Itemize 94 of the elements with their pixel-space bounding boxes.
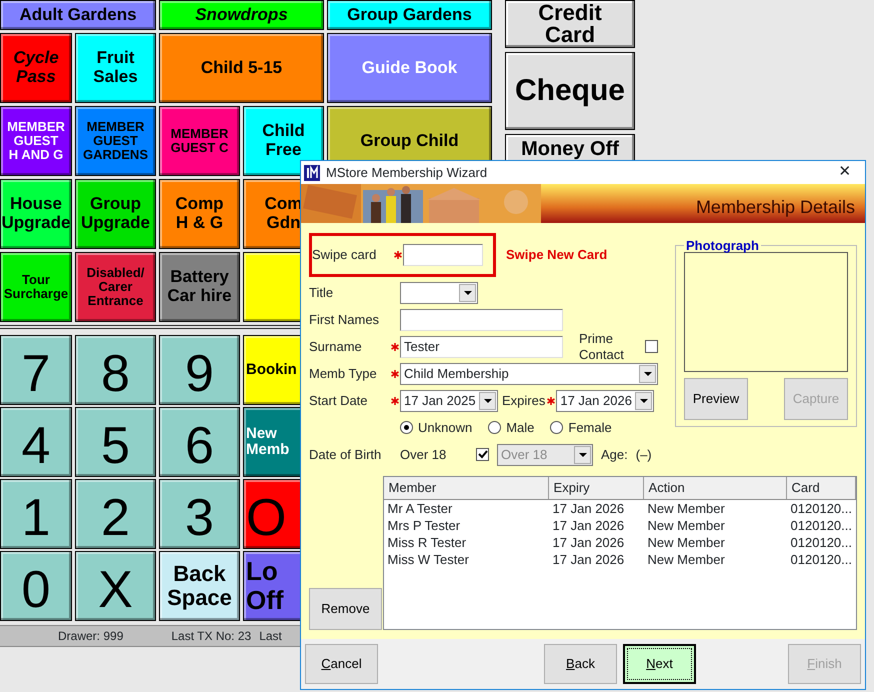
tile-button[interactable]: MEMBER GUEST H AND G <box>0 106 72 176</box>
tile-button[interactable]: Comp H & G <box>159 179 240 249</box>
input-field[interactable]: Tester <box>400 336 563 358</box>
column-header[interactable]: Member <box>384 477 549 498</box>
field-label: Expires <box>502 392 546 410</box>
tile-button[interactable]: Battery Car hire <box>159 252 240 322</box>
table-cell-text: 17 Jan 2026 <box>552 550 626 568</box>
keypad-key[interactable]: 8 <box>75 335 156 405</box>
tile-button[interactable]: MEMBER GUEST GARDENS <box>75 106 156 176</box>
keypad-key[interactable]: 1 <box>0 479 72 549</box>
table-cell-text: New Member <box>646 550 726 568</box>
table-cell-text: Miss W Tester <box>386 550 470 568</box>
table-cell-text: New Member <box>646 500 726 516</box>
status-text: Last <box>259 628 282 645</box>
prompt-text: Swipe New Card <box>506 246 608 264</box>
wizard-button[interactable]: Cancel <box>305 644 378 684</box>
keypad-key[interactable]: 0 <box>0 551 72 621</box>
app-icon <box>304 164 320 180</box>
photo-button[interactable]: Preview <box>684 378 748 420</box>
caret-icon <box>644 372 652 376</box>
table-cell-text: 0120120... <box>790 500 853 516</box>
group-title: Photograph <box>685 239 760 252</box>
table-cell-text: 0120120... <box>790 534 853 550</box>
tile-button[interactable]: MEMBER GUEST C <box>159 106 240 176</box>
close-button[interactable]: ✕ <box>825 161 865 184</box>
dropdown[interactable]: Child Membership <box>400 362 658 384</box>
date-picker[interactable]: 17 Jan 2025 <box>400 390 498 412</box>
table-cell-text: New Member <box>646 534 726 550</box>
caret-icon <box>484 398 492 402</box>
keypad-key[interactable]: 7 <box>0 335 72 405</box>
caret-icon <box>578 452 586 456</box>
required-icon <box>390 370 398 378</box>
checkbox-label: Prime Contact <box>579 330 625 362</box>
remove-button[interactable]: Remove <box>309 588 382 630</box>
payment-button[interactable]: Cheque <box>505 52 635 130</box>
tile-button[interactable]: Child Free <box>243 106 324 176</box>
tile-button[interactable]: Tour Surcharge <box>0 252 72 322</box>
tile-button[interactable]: Group Gardens <box>327 0 492 30</box>
field-label: Swipe card <box>312 246 378 264</box>
table-cell-text: 17 Jan 2026 <box>552 500 626 516</box>
checkbox[interactable] <box>476 448 489 461</box>
required-icon <box>546 396 555 404</box>
keypad-key[interactable]: 5 <box>75 407 156 477</box>
tile-button[interactable]: Fruit Sales <box>75 33 156 103</box>
tile-button[interactable]: Adult Gardens <box>0 0 156 30</box>
date-picker[interactable]: 17 Jan 2026 <box>556 390 654 412</box>
input-field[interactable] <box>400 308 563 330</box>
required-icon <box>390 396 398 404</box>
field-value: Over 18 <box>400 446 448 464</box>
field-label: Title <box>309 284 334 302</box>
column-header[interactable]: Action <box>644 477 787 498</box>
required-icon <box>390 342 398 350</box>
table-cell-text: 0120120... <box>790 550 853 568</box>
keypad-key[interactable]: 6 <box>159 407 240 477</box>
table-cell-text: 17 Jan 2026 <box>552 534 626 550</box>
tile-button[interactable]: Snowdrops <box>159 0 324 30</box>
tile-button[interactable]: Cycle Pass <box>0 33 72 103</box>
input-field[interactable] <box>403 244 483 266</box>
wizard-button[interactable]: Next <box>623 644 696 684</box>
status-text: Drawer: 999 <box>58 628 124 645</box>
radio-option[interactable]: Unknown <box>400 418 472 438</box>
field-label: First Names <box>309 310 380 329</box>
radio-option[interactable]: Male <box>488 418 534 438</box>
wizard-button[interactable]: Back <box>544 644 617 684</box>
check-icon <box>478 450 488 459</box>
table-cell-text: Mrs P Tester <box>386 516 462 534</box>
checkbox[interactable] <box>645 340 658 353</box>
column-header[interactable]: Expiry <box>548 477 644 498</box>
table-cell-text: Mr A Tester <box>386 500 454 516</box>
tile-button[interactable]: Group Upgrade <box>75 179 156 249</box>
tile-button[interactable]: Back Space <box>159 551 240 621</box>
caret-icon <box>640 398 648 402</box>
status-text: Last TX No: 23 <box>171 628 252 645</box>
tile-button[interactable]: Disabled/ Carer Entrance <box>75 252 156 322</box>
keypad-key[interactable]: 4 <box>0 407 72 477</box>
column-header[interactable]: Card <box>786 477 856 498</box>
radio-option[interactable]: Female <box>550 418 612 438</box>
required-icon <box>394 251 402 259</box>
table-cell-text: 0120120... <box>790 516 853 534</box>
keypad-key[interactable]: 3 <box>159 479 240 549</box>
payment-button[interactable]: Credit Card <box>505 0 635 48</box>
keypad-key[interactable]: 9 <box>159 335 240 405</box>
table-cell-text: 17 Jan 2026 <box>552 516 626 534</box>
table-cell-text: Miss R Tester <box>386 534 468 550</box>
table-cell-text: New Member <box>646 516 726 534</box>
field-label: Age: <box>601 446 628 464</box>
tile-button[interactable]: House Upgrade <box>0 179 72 249</box>
keypad-key[interactable]: X <box>75 551 156 621</box>
caret-icon <box>464 290 472 294</box>
dropdown[interactable] <box>400 282 478 304</box>
banner-title: Membership Details <box>696 196 855 219</box>
keypad-key[interactable]: 2 <box>75 479 156 549</box>
field-value: (–) <box>636 446 652 464</box>
tile-button[interactable]: Child 5-15 <box>159 33 324 103</box>
